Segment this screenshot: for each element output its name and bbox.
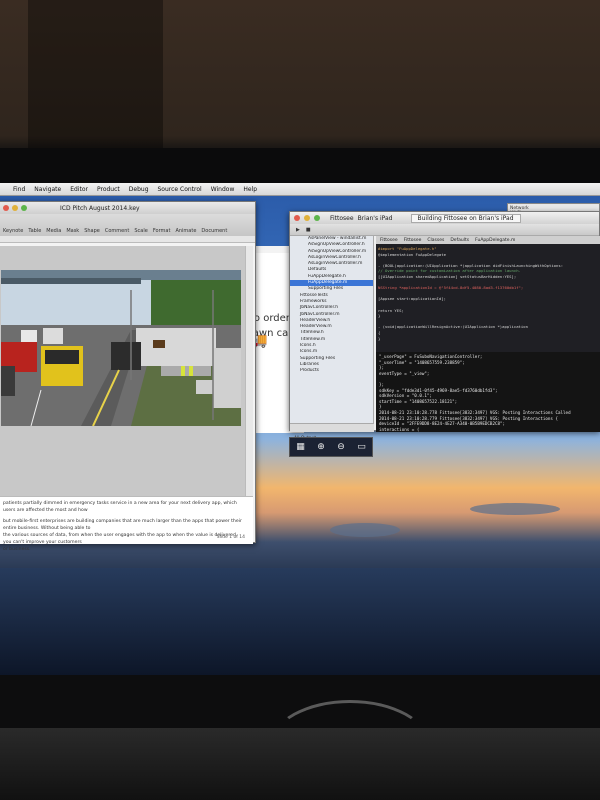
cloud [470, 503, 560, 515]
menu-debug[interactable]: Debug [129, 186, 149, 193]
minimize-button[interactable] [304, 215, 310, 221]
cloud [330, 523, 400, 537]
grid-icon[interactable]: ▦ [296, 442, 305, 452]
stop-icon[interactable]: ■ [306, 227, 311, 233]
xcode-toolbar: ▶ ■ [290, 224, 599, 236]
menu-editor[interactable]: Editor [70, 186, 88, 193]
debug-console[interactable]: "_userPage" = FuSuboNavigationController… [376, 352, 600, 432]
xcode-titlebar: Fittosee Brian's iPad Building Fittosee … [290, 212, 599, 224]
toolbar-comment[interactable]: Comment [105, 228, 130, 234]
toolbar-table[interactable]: Table [28, 228, 41, 234]
keynote-window: ICD Pitch August 2014.key Keynote Table … [0, 201, 256, 552]
code-editor[interactable]: #import "FuAppDelegate.h" @implementation… [376, 244, 600, 352]
screen-icon[interactable]: ▭ [357, 442, 366, 452]
menu-product[interactable]: Product [97, 186, 120, 193]
keynote-titlebar: ICD Pitch August 2014.key [0, 202, 255, 214]
console-line: interactions = ( [379, 426, 420, 432]
xcode-window: Fittosee Brian's iPad Building Fittosee … [289, 211, 600, 441]
zoom-button[interactable] [21, 205, 27, 211]
menu-window[interactable]: Window [211, 186, 235, 193]
console-line: 2014-08-21 23:10:28.778 Fittosee[3832:34… [379, 409, 571, 415]
notes-line: but mobile-first enterprises are buildin… [3, 519, 242, 531]
preview-toolbar: ▦ ⊕ ⊖ ▭ [289, 437, 373, 457]
toolbar-keynote[interactable]: Keynote [3, 228, 23, 234]
slide-scrollbar[interactable] [245, 246, 253, 498]
jump-bar-item[interactable]: FuAppDelegate.m [475, 238, 515, 243]
monitor-screen: Find Navigate Editor Product Debug Sourc… [0, 183, 600, 675]
keynote-toolbar: Keynote Table Media Mask Shape Comment S… [0, 214, 255, 236]
jump-bar-item[interactable]: Classes [427, 238, 444, 243]
toolbar-format[interactable]: Format [153, 228, 171, 234]
jump-bar: Fittosee Fittosee Classes Defaults FuApp… [376, 236, 600, 244]
toolbar-document[interactable]: Document [201, 228, 227, 234]
menu-find[interactable]: Find [13, 186, 25, 193]
keynote-tabbar [0, 236, 255, 243]
navigator-file[interactable]: Products [290, 368, 373, 374]
code-line: } [378, 335, 381, 341]
slide-canvas[interactable] [0, 246, 245, 498]
run-icon[interactable]: ▶ [296, 227, 300, 233]
toolbar-scale[interactable]: Scale [134, 228, 147, 234]
toolbar-animate[interactable]: Animate [175, 228, 196, 234]
navigator-filter-bar: All Output [290, 423, 374, 441]
apple-logo-wallpaper [296, 615, 336, 655]
menu-source-control[interactable]: Source Control [158, 186, 202, 193]
toolbar-shape[interactable]: Shape [84, 228, 100, 234]
slide-indicator: Slide 1 of 14 [216, 535, 245, 540]
toolbar-mask[interactable]: Mask [66, 228, 79, 234]
close-button[interactable] [3, 205, 9, 211]
keynote-title: ICD Pitch August 2014.key [60, 204, 140, 212]
menu-help[interactable]: Help [243, 186, 257, 193]
minimize-button[interactable] [12, 205, 18, 211]
notes-line: patients partially dimmed in emergency t… [3, 501, 237, 513]
presenter-notes[interactable]: patients partially dimmed in emergency t… [0, 496, 253, 552]
jump-bar-item[interactable]: Defaults [450, 238, 469, 243]
cable [270, 700, 430, 790]
zoom-in-icon[interactable]: ⊕ [317, 442, 325, 452]
scheme-name[interactable]: Fittosee [330, 215, 354, 222]
highway-photo [1, 270, 241, 426]
device-name[interactable]: Brian's iPad [358, 215, 393, 222]
toolbar-media[interactable]: Media [46, 228, 61, 234]
project-navigator: AsPanelView - windallist.m AsSignUpViewCo… [290, 236, 374, 432]
menu-bar: Find Navigate Editor Product Debug Sourc… [0, 183, 600, 196]
slide-photo-highway[interactable] [1, 270, 241, 426]
close-button[interactable] [294, 215, 300, 221]
jump-bar-item[interactable]: Fittosee [404, 238, 422, 243]
notes-line: the various sources of data, from when t… [3, 533, 238, 545]
build-status: Building Fittosee on Brian's iPad [410, 213, 521, 223]
wall-shadow [28, 0, 163, 150]
zoom-out-icon[interactable]: ⊖ [337, 442, 345, 452]
notes-line: or business. [3, 547, 31, 552]
jump-bar-item[interactable]: Fittosee [380, 238, 398, 243]
zoom-button[interactable] [314, 215, 320, 221]
menu-navigate[interactable]: Navigate [34, 186, 61, 193]
